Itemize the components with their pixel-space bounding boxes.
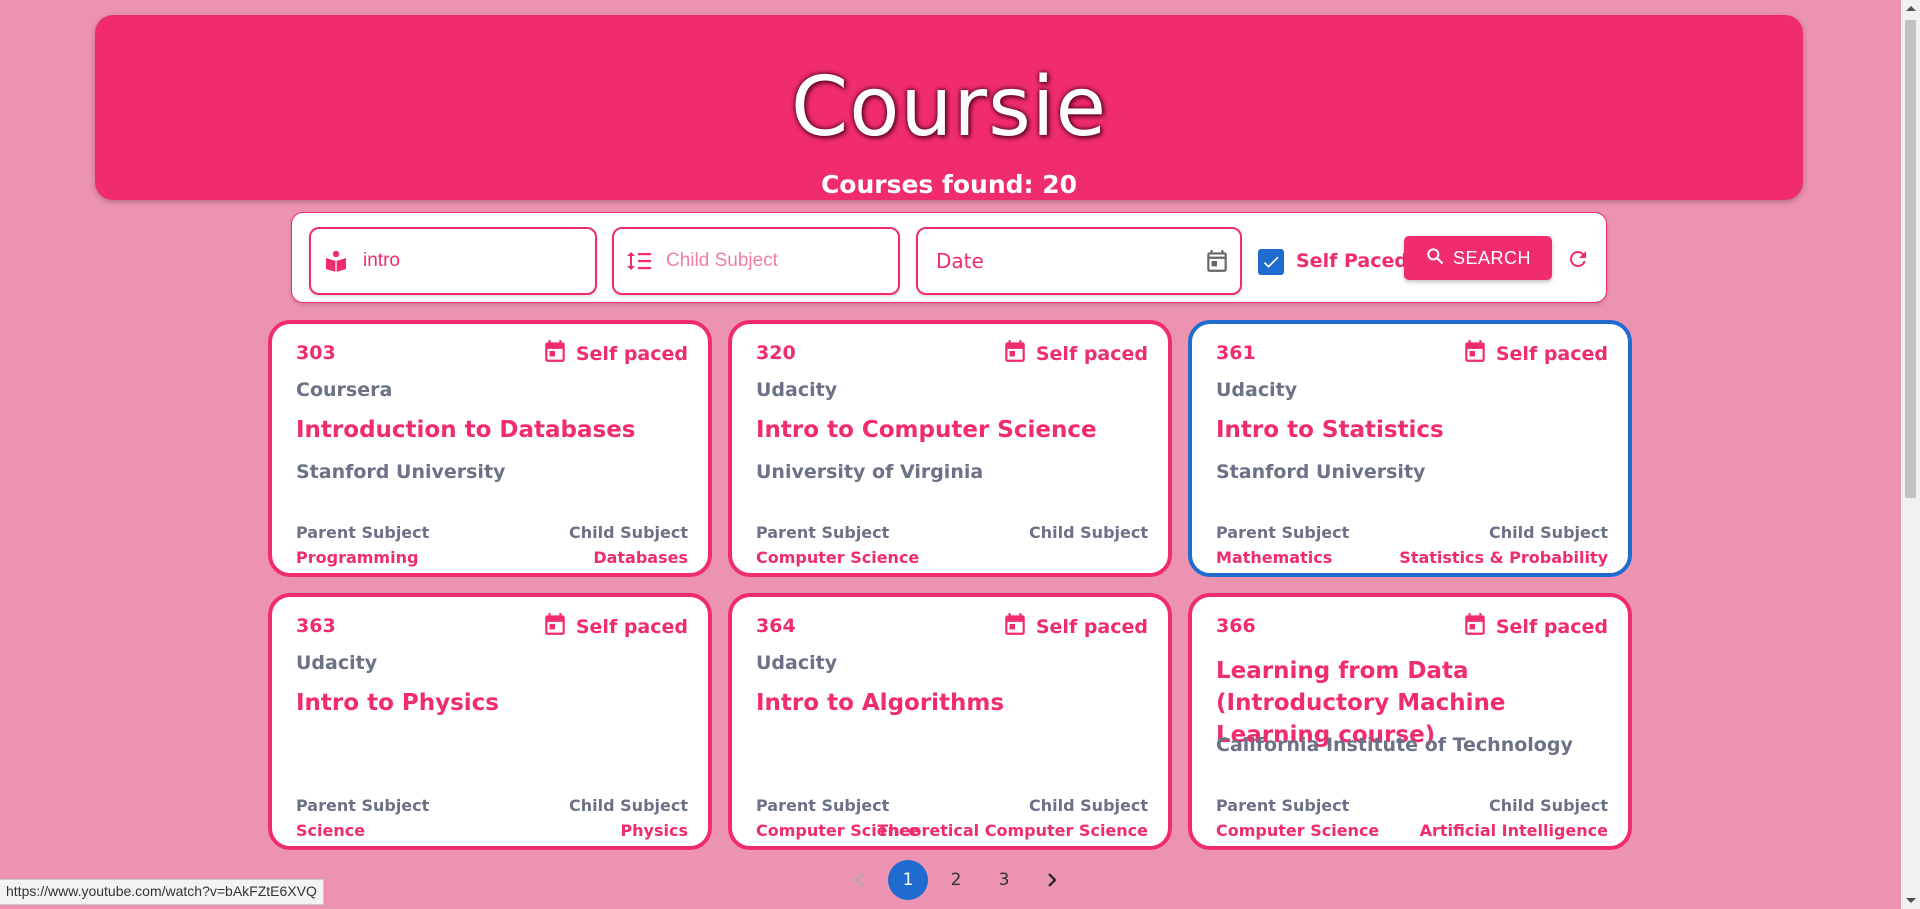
course-id: 303 [296,342,336,364]
date-field[interactable]: Date [916,227,1242,295]
child-subject-label: Child Subject [569,523,688,542]
child-subject-label: Child Subject [569,796,688,815]
parent-subject-value: Computer Science [1216,821,1380,840]
search-bar: Date Self Paced SEARCH [291,212,1607,303]
calendar-icon[interactable] [1204,248,1230,278]
child-subject-value: Physics [620,821,688,840]
app-logo: Coursie [790,60,1108,155]
course-title[interactable]: Intro to Algorithms [756,687,1148,719]
self-paced-checkbox[interactable] [1258,249,1284,275]
course-card[interactable]: 320 Self paced Udacity Intro to Computer… [728,320,1172,577]
course-card[interactable]: 364 Self paced Udacity Intro to Algorith… [728,593,1172,850]
parent-subject-label: Parent Subject [1216,796,1350,815]
course-provider: Coursera [296,379,393,401]
date-placeholder: Date [936,249,984,273]
child-subject-value: Artificial Intelligence [1419,821,1608,840]
course-university: Stanford University [296,461,506,483]
calendar-icon [542,338,568,369]
self-paced-text: Self paced [575,342,688,365]
calendar-icon [1002,611,1028,642]
refresh-icon[interactable] [1564,245,1592,273]
self-paced-text: Self paced [1495,615,1608,638]
course-title[interactable]: Intro to Statistics [1216,414,1608,446]
calendar-icon [1462,338,1488,369]
course-title[interactable]: Intro to Physics [296,687,688,719]
course-provider: Udacity [1216,379,1298,401]
page-button[interactable]: 1 [888,860,928,900]
scrollbar-thumb[interactable] [1905,20,1916,498]
course-card-selected[interactable]: 361 Self paced Udacity Intro to Statisti… [1188,320,1632,577]
search-button-label: SEARCH [1452,247,1531,268]
scroll-up-arrow-icon[interactable] [1906,6,1916,11]
course-title[interactable]: Intro to Computer Science [756,414,1148,446]
self-paced-tag: Self paced [542,338,688,369]
header-banner: Coursie Courses found: 20 [95,15,1803,200]
page-button[interactable]: 3 [984,860,1024,900]
page-button[interactable]: 2 [936,860,976,900]
calendar-icon [1462,611,1488,642]
child-subject-field[interactable] [612,227,900,295]
child-subject-label: Child Subject [1029,523,1148,542]
self-paced-text: Self paced [1495,342,1608,365]
course-id: 364 [756,615,796,637]
courses-found-count: Courses found: 20 [820,170,1078,199]
parent-subject-value: Science [296,821,366,840]
self-paced-tag: Self paced [1462,611,1608,642]
self-paced-text: Self paced [575,615,688,638]
course-title[interactable]: Introduction to Databases [296,414,688,446]
child-subject-label: Child Subject [1489,796,1608,815]
course-id: 320 [756,342,796,364]
query-field[interactable] [309,227,597,295]
status-bar-url: https://www.youtube.com/watch?v=bAkFZtE6… [0,879,324,905]
course-id: 363 [296,615,336,637]
course-university: University of Virginia [756,461,984,483]
self-paced-tag: Self paced [1002,338,1148,369]
child-subject-value: Databases [593,548,688,567]
self-paced-tag: Self paced [542,611,688,642]
parent-subject-label: Parent Subject [756,523,890,542]
calendar-icon [542,611,568,642]
child-subject-label: Child Subject [1029,796,1148,815]
parent-subject-label: Parent Subject [296,523,430,542]
child-subject-value: Statistics & Probability [1399,548,1608,567]
self-paced-text: Self paced [1035,342,1148,365]
parent-subject-value: Mathematics [1216,548,1333,567]
course-id: 361 [1216,342,1256,364]
search-icon [1425,246,1445,271]
self-paced-tag: Self paced [1002,611,1148,642]
child-subject-label: Child Subject [1489,523,1608,542]
vertical-scrollbar[interactable] [1901,0,1920,909]
self-paced-tag: Self paced [1462,338,1608,369]
course-provider: Udacity [756,379,838,401]
self-paced-label[interactable]: Self Paced [1296,250,1408,272]
self-paced-text: Self paced [1035,615,1148,638]
parent-subject-label: Parent Subject [296,796,430,815]
calendar-icon [1002,338,1028,369]
course-provider: Udacity [296,652,378,674]
child-subject-input[interactable] [666,250,866,272]
line-height-icon [626,248,652,274]
prev-page-chevron-left-icon[interactable] [840,860,880,900]
next-page-chevron-right-icon[interactable] [1032,860,1072,900]
course-card[interactable]: 366 Self paced Learning from Data (Intro… [1188,593,1632,850]
course-card[interactable]: 363 Self paced Udacity Intro to Physics … [268,593,712,850]
course-university: Stanford University [1216,461,1426,483]
parent-subject-value: Computer Science [756,548,920,567]
course-card[interactable]: 303 Self paced Coursera Introduction to … [268,320,712,577]
course-id: 366 [1216,615,1256,637]
parent-subject-value: Programming [296,548,419,567]
parent-subject-label: Parent Subject [756,796,890,815]
course-provider: Udacity [756,652,838,674]
child-subject-value: Theoretical Computer Science [877,821,1148,840]
scroll-down-arrow-icon[interactable] [1906,898,1916,903]
book-reader-icon [323,248,349,274]
search-button[interactable]: SEARCH [1404,236,1552,280]
query-input[interactable] [363,250,563,272]
pagination: 1 2 3 [840,860,1080,900]
parent-subject-label: Parent Subject [1216,523,1350,542]
course-university: California Institute of Technology [1216,734,1573,756]
